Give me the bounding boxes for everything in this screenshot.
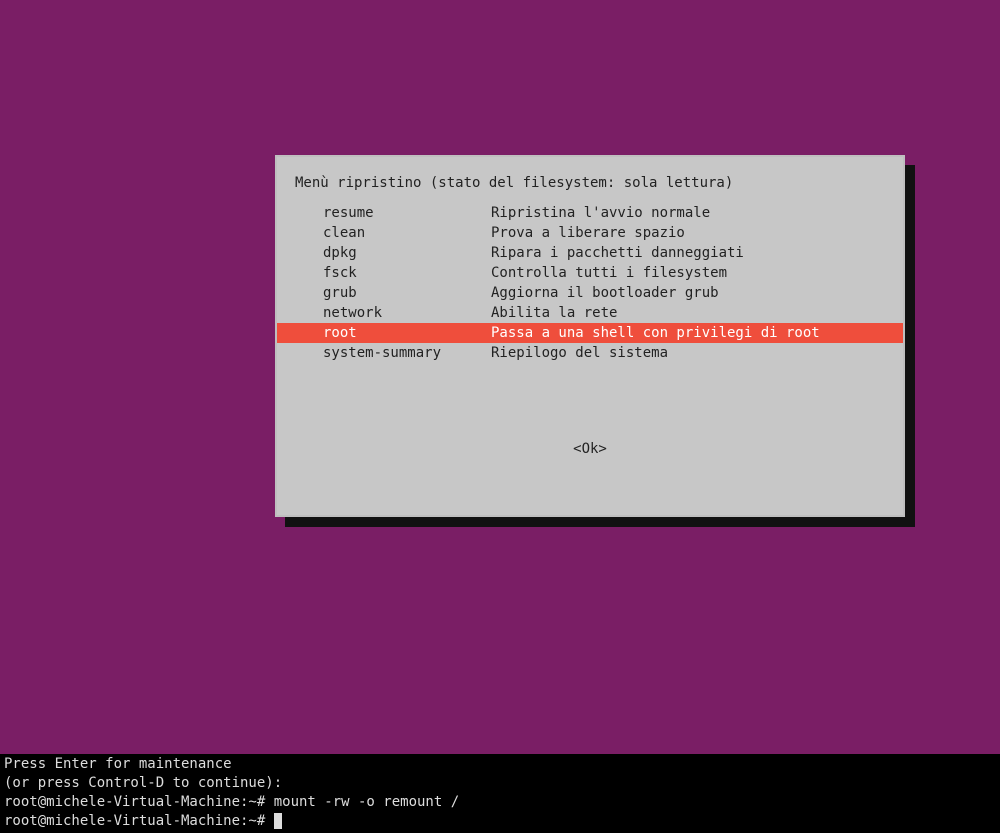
terminal-prompt: root@michele-Virtual-Machine:~# bbox=[4, 813, 274, 829]
menu-item-network[interactable]: network Abilita la rete bbox=[277, 303, 903, 323]
menu-item-desc: Prova a liberare spazio bbox=[491, 223, 895, 243]
menu-item-key: resume bbox=[323, 203, 491, 223]
ok-row: <Ok> bbox=[277, 439, 903, 459]
menu-item-desc: Controlla tutti i filesystem bbox=[491, 263, 895, 283]
menu-item-key: clean bbox=[323, 223, 491, 243]
menu-item-key: fsck bbox=[323, 263, 491, 283]
menu-item-key: network bbox=[323, 303, 491, 323]
dialog-title: Menù ripristino (stato del filesystem: s… bbox=[277, 157, 903, 199]
menu-item-desc: Aggiorna il bootloader grub bbox=[491, 283, 895, 303]
menu-item-system-summary[interactable]: system-summary Riepilogo del sistema bbox=[277, 343, 903, 363]
menu-item-key: system-summary bbox=[323, 343, 491, 363]
recovery-menu-list[interactable]: resume Ripristina l'avvio normale clean … bbox=[277, 199, 903, 363]
menu-item-fsck[interactable]: fsck Controlla tutti i filesystem bbox=[277, 263, 903, 283]
menu-item-resume[interactable]: resume Ripristina l'avvio normale bbox=[277, 203, 903, 223]
menu-item-desc: Abilita la rete bbox=[491, 303, 895, 323]
menu-item-desc: Riepilogo del sistema bbox=[491, 343, 895, 363]
menu-item-root[interactable]: root Passa a una shell con privilegi di … bbox=[277, 323, 903, 343]
terminal-line: root@michele-Virtual-Machine:~# mount -r… bbox=[4, 794, 459, 810]
recovery-menu-dialog: Menù ripristino (stato del filesystem: s… bbox=[275, 155, 905, 517]
ok-button[interactable]: <Ok> bbox=[573, 439, 607, 459]
terminal-cursor bbox=[274, 813, 282, 829]
menu-item-desc: Ripristina l'avvio normale bbox=[491, 203, 895, 223]
menu-item-key: root bbox=[323, 323, 491, 343]
menu-item-desc: Ripara i pacchetti danneggiati bbox=[491, 243, 895, 263]
terminal-line: Press Enter for maintenance bbox=[4, 756, 232, 772]
menu-item-clean[interactable]: clean Prova a liberare spazio bbox=[277, 223, 903, 243]
menu-item-key: dpkg bbox=[323, 243, 491, 263]
menu-item-grub[interactable]: grub Aggiorna il bootloader grub bbox=[277, 283, 903, 303]
terminal-output[interactable]: Press Enter for maintenance (or press Co… bbox=[0, 754, 1000, 833]
terminal-line: (or press Control-D to continue): bbox=[4, 775, 282, 791]
menu-item-desc: Passa a una shell con privilegi di root bbox=[491, 323, 895, 343]
menu-item-dpkg[interactable]: dpkg Ripara i pacchetti danneggiati bbox=[277, 243, 903, 263]
menu-item-key: grub bbox=[323, 283, 491, 303]
